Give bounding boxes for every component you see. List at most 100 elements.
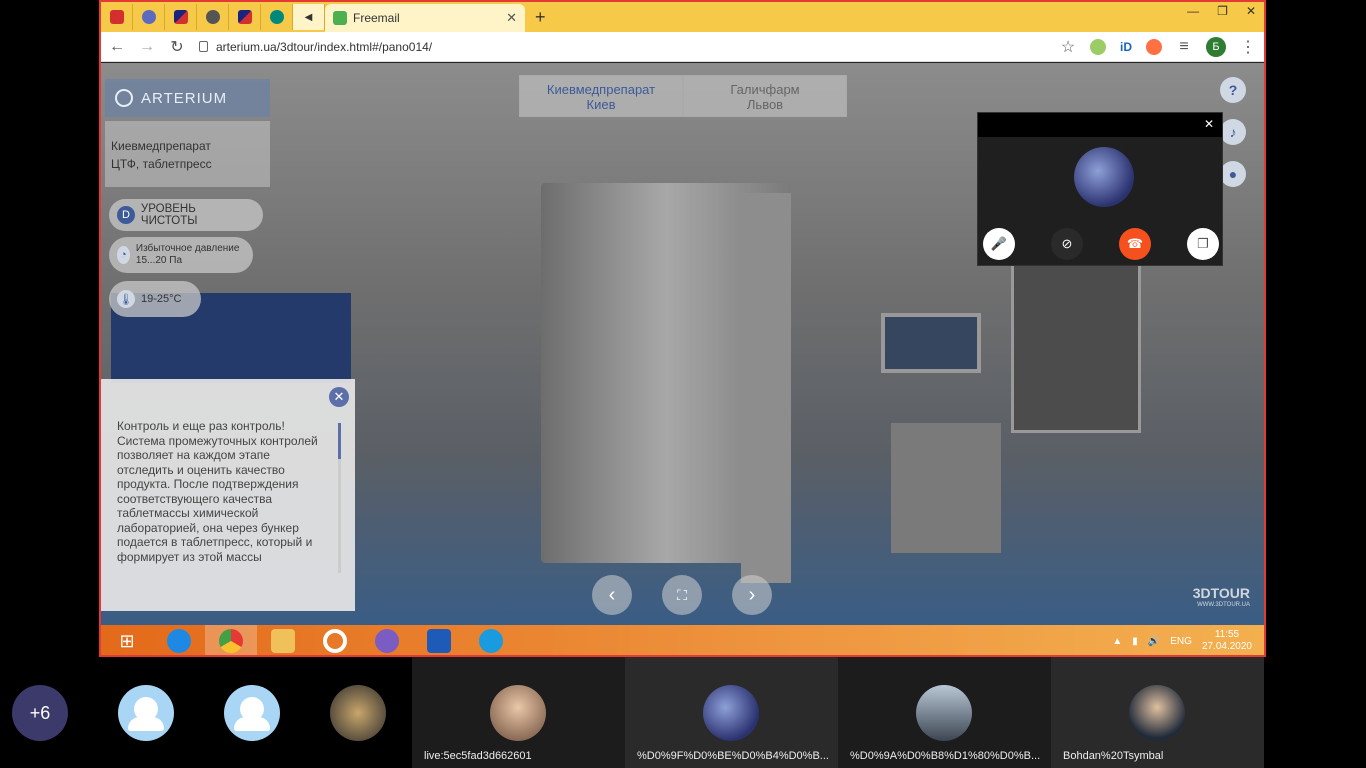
- temperature-badge[interactable]: 🌡 19-25°С: [109, 281, 201, 317]
- arterium-logo[interactable]: ARTERIUM: [105, 79, 270, 117]
- participant-tile[interactable]: %D0%9F%D0%BE%D0%B4%D0%B...: [625, 657, 838, 768]
- next-button[interactable]: ›: [732, 575, 772, 615]
- pinned-tab[interactable]: [133, 4, 165, 30]
- close-tab-icon[interactable]: ✕: [506, 10, 517, 26]
- more-participants-badge[interactable]: +6: [12, 685, 68, 741]
- skype-icon[interactable]: [465, 625, 517, 655]
- url-field[interactable]: arterium.ua/3dtour/index.html#/pano014/: [199, 40, 1046, 54]
- avatar: [1074, 147, 1134, 207]
- restore-icon[interactable]: ❐: [1217, 4, 1228, 18]
- call-overlay: ✕ 🎤 ⊘ ☎ ❐: [977, 112, 1223, 266]
- star-icon[interactable]: ☆: [1060, 37, 1076, 57]
- clock[interactable]: 11:55 27.04.2020: [1202, 629, 1252, 653]
- avatar: [224, 685, 280, 741]
- call-titlebar: [978, 113, 1222, 137]
- pinned-tab[interactable]: [165, 4, 197, 30]
- tab-title: Freemail: [353, 11, 400, 25]
- participant-tile[interactable]: [212, 657, 318, 768]
- participant-name: %D0%9A%D0%B8%D1%80%D0%B...: [850, 750, 1041, 762]
- cleanliness-icon: D: [117, 206, 135, 224]
- user-icon[interactable]: ●: [1220, 161, 1246, 187]
- tab-lviv[interactable]: Галичфарм Львов: [683, 75, 847, 117]
- opera-icon[interactable]: [309, 625, 361, 655]
- participant-tile[interactable]: live:5ec5fad3d662601: [412, 657, 625, 768]
- profile-avatar[interactable]: Б: [1206, 36, 1226, 57]
- city-town: Львов: [746, 97, 784, 112]
- minimize-icon[interactable]: —: [1187, 4, 1199, 18]
- avatar: [703, 685, 759, 741]
- explorer-icon[interactable]: [257, 625, 309, 655]
- person-icon: [234, 697, 270, 731]
- extension-icon[interactable]: iD: [1120, 40, 1132, 54]
- info-panel: ✕ Контроль и еще раз контроль! Система п…: [101, 379, 355, 611]
- chrome-icon[interactable]: [205, 625, 257, 655]
- url-text: arterium.ua/3dtour/index.html#/pano014/: [216, 39, 433, 54]
- participant-tile[interactable]: +6: [0, 657, 106, 768]
- city-town: Киев: [586, 97, 616, 112]
- new-tab-button[interactable]: +: [535, 7, 546, 28]
- pinned-tab[interactable]: [229, 4, 261, 30]
- panorama-viewer[interactable]: ARTERIUM Киевмедпрепарат ЦТФ, таблетпрес…: [101, 63, 1264, 625]
- participant-name: Bohdan%20Tsymbal: [1063, 750, 1164, 762]
- scrollbar[interactable]: [338, 423, 341, 573]
- watermark-sub: WWW.3DTOUR.UA: [1197, 602, 1250, 608]
- site-switcher: Киевмедпрепарат Киев Галичфарм Львов: [519, 75, 847, 117]
- participant-tile[interactable]: Bohdan%20Tsymbal: [1051, 657, 1264, 768]
- mail-icon: [333, 11, 347, 25]
- participants-strip: +6 live:5ec5fad3d662601 %D0%9F%D0%BE%D0%…: [0, 657, 1366, 768]
- music-icon[interactable]: ♪: [1220, 119, 1246, 145]
- network-icon[interactable]: ▮: [1132, 636, 1138, 647]
- participant-name: live:5ec5fad3d662601: [424, 750, 532, 762]
- address-bar-row: ← → ↻ arterium.ua/3dtour/index.html#/pan…: [101, 32, 1264, 62]
- participant-tile[interactable]: [318, 657, 412, 768]
- microphone-button[interactable]: 🎤: [983, 228, 1015, 260]
- thermometer-icon: 🌡: [117, 290, 135, 308]
- close-icon[interactable]: ✕: [1204, 117, 1214, 131]
- video-off-button[interactable]: ⊘: [1051, 228, 1083, 260]
- participant-tile[interactable]: %D0%9A%D0%B8%D1%80%D0%B...: [838, 657, 1051, 768]
- scrollbar-thumb[interactable]: [338, 423, 341, 459]
- word-icon[interactable]: [413, 625, 465, 655]
- participant-name: %D0%9F%D0%BE%D0%B4%D0%B...: [637, 750, 829, 762]
- pinned-tab[interactable]: [101, 4, 133, 30]
- participant-tile[interactable]: [106, 657, 212, 768]
- close-icon[interactable]: ✕: [329, 387, 349, 407]
- tray-chevron-icon[interactable]: ▲: [1112, 636, 1122, 647]
- watermark: 3DTOUR WWW.3DTOUR.UA: [1193, 586, 1250, 611]
- forward-icon[interactable]: →: [139, 38, 155, 56]
- machine-image: [891, 423, 1001, 553]
- previous-button[interactable]: ‹: [592, 575, 632, 615]
- lock-icon: [199, 41, 208, 52]
- reload-icon[interactable]: ↻: [169, 37, 185, 57]
- menu-icon[interactable]: ⋮: [1240, 37, 1256, 57]
- pressure-badge[interactable]: ◔ Избыточное давление 15...20 Па: [109, 237, 253, 273]
- logo-text: ARTERIUM: [141, 89, 228, 107]
- pinned-tab[interactable]: [261, 4, 293, 30]
- screen-share-button[interactable]: ❐: [1187, 228, 1219, 260]
- ie-icon[interactable]: [153, 625, 205, 655]
- reading-list-icon[interactable]: ≡: [1176, 38, 1192, 56]
- clock-time: 11:55: [1214, 629, 1240, 640]
- pinned-tab[interactable]: [197, 4, 229, 30]
- back-icon[interactable]: ←: [109, 38, 125, 56]
- tab-kyiv[interactable]: Киевмедпрепарат Киев: [519, 75, 683, 117]
- extension-icon[interactable]: [1146, 38, 1162, 55]
- audio-tab[interactable]: ◀: [293, 4, 325, 30]
- close-window-icon[interactable]: ✕: [1246, 4, 1256, 18]
- viber-icon[interactable]: [361, 625, 413, 655]
- help-icon[interactable]: ?: [1220, 77, 1246, 103]
- machine-image: [741, 193, 791, 583]
- extension-icon[interactable]: [1090, 38, 1106, 55]
- windows-taskbar: ⊞ ▲ ▮ 🔊 ENG 11:55 27.04.2020: [101, 625, 1264, 655]
- tab-freemail[interactable]: Freemail ✕: [325, 4, 525, 32]
- avatar: [490, 685, 546, 741]
- hang-up-button[interactable]: ☎: [1119, 228, 1151, 260]
- fullscreen-button[interactable]: ⛶: [662, 575, 702, 615]
- window-image: [1011, 263, 1141, 433]
- location-line2: ЦТФ, таблетпресс: [111, 157, 212, 171]
- volume-icon[interactable]: 🔊: [1148, 636, 1160, 647]
- system-tray: ▲ ▮ 🔊 ENG 11:55 27.04.2020: [1112, 625, 1252, 655]
- start-button[interactable]: ⊞: [101, 625, 153, 655]
- cleanliness-badge[interactable]: D УРОВЕНЬ ЧИСТОТЫ: [109, 199, 263, 231]
- language-indicator[interactable]: ENG: [1170, 636, 1192, 647]
